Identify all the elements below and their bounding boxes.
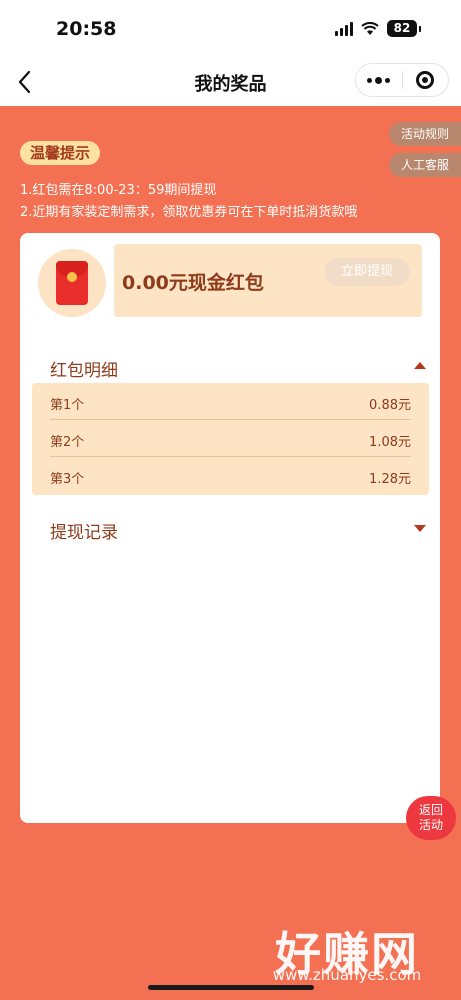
withdraw-record-header[interactable]: 提现记录 [50,514,428,544]
watermark: 好赚网 www.zhuanyes.com [252,918,442,988]
red-envelope-icon [56,261,88,305]
tip-line-1: 1.红包需在8:00-23：59期间提现 [20,183,217,198]
more-icon[interactable] [356,64,402,96]
list-item: 第1个 0.88元 [50,383,411,420]
return-to-activity-button[interactable]: 返回 活动 [406,796,456,840]
return-line-1: 返回 [418,803,443,817]
tip-line-2: 2.近期有家装定制需求，领取优惠券可在下单时抵消货款哦 [20,205,358,220]
status-icons: 82 [335,20,421,37]
top-bar: 20:58 82 我的奖品 [0,0,461,106]
item-name: 第1个 [50,398,85,413]
item-value: 1.08元 [369,435,411,450]
red-envelope-avatar [38,249,106,317]
activity-rules-tag[interactable]: 活动规则 [389,122,461,146]
cash-amount-title: 0.00元现金红包 [122,272,264,294]
battery-tip [419,25,421,32]
item-value: 1.28元 [369,472,411,487]
status-time: 20:58 [56,18,117,40]
withdraw-now-button[interactable]: 立即提现 [324,258,410,286]
list-item: 第3个 1.28元 [50,457,411,494]
expand-arrow-icon [414,525,426,532]
collapse-arrow-icon [414,362,426,369]
mini-program-capsule [355,63,449,97]
record-label: 提现记录 [50,523,118,543]
item-name: 第3个 [50,472,85,487]
tips-badge: 温馨提示 [20,141,101,165]
battery-icon: 82 [387,20,417,37]
customer-service-tag[interactable]: 人工客服 [389,153,461,177]
wifi-icon [361,21,379,35]
prize-card: 0.00元现金红包 立即提现 红包明细 第1个 0.88元 第2个 1.08元 … [20,233,440,823]
item-name: 第2个 [50,435,85,450]
close-mini-program-icon[interactable] [402,64,448,96]
red-packet-detail-header[interactable]: 红包明细 [50,352,428,382]
return-line-2: 活动 [418,818,443,832]
red-packet-detail-list: 第1个 0.88元 第2个 1.08元 第3个 1.28元 [32,383,429,495]
cash-red-packet-box: 0.00元现金红包 立即提现 [114,244,422,317]
item-value: 0.88元 [369,398,411,413]
list-item: 第2个 1.08元 [50,420,411,457]
home-indicator [148,985,314,990]
signal-icon [335,21,353,36]
watermark-url: www.zhuanyes.com [272,966,422,984]
detail-label: 红包明细 [50,361,118,381]
